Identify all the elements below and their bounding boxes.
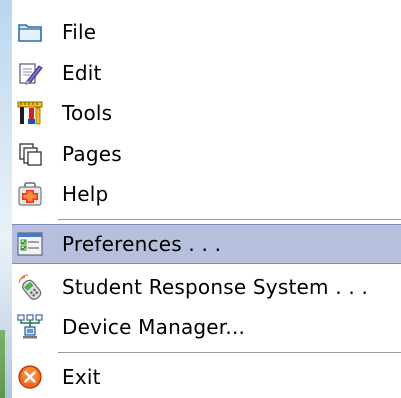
desktop-background-edge <box>0 330 5 398</box>
menu-item-device-manager[interactable]: Device Manager... <box>12 307 401 347</box>
menu-item-label: File <box>62 20 97 44</box>
menu-item-tools[interactable]: Tools <box>12 93 401 133</box>
menu-item-file[interactable]: File <box>12 12 401 52</box>
menu-separator <box>58 352 401 354</box>
menu-item-preferences[interactable]: Preferences . . . <box>12 224 401 264</box>
menu-item-label: Preferences . . . <box>62 232 222 256</box>
folder-icon <box>16 18 44 46</box>
preferences-icon <box>16 230 44 258</box>
menu-item-exit[interactable]: Exit <box>12 357 401 397</box>
exit-icon <box>16 363 44 391</box>
menu-item-student-response-system[interactable]: Student Response System . . . <box>12 267 401 307</box>
device-manager-icon <box>16 313 44 341</box>
menu-item-help[interactable]: Help <box>12 174 401 214</box>
tools-icon <box>16 99 44 127</box>
menu-item-label: Edit <box>62 61 102 85</box>
help-icon <box>16 180 44 208</box>
context-menu: File Edit Tools Pages Help Preferences .… <box>0 0 401 398</box>
menu-left-edge <box>0 0 12 398</box>
menu-item-pages[interactable]: Pages <box>12 134 401 174</box>
pages-icon <box>16 140 44 168</box>
menu-item-label: Pages <box>62 142 122 166</box>
student-response-icon <box>16 273 44 301</box>
menu-item-label: Device Manager... <box>62 315 246 339</box>
edit-icon <box>16 59 44 87</box>
menu-separator <box>58 219 401 221</box>
menu-item-label: Tools <box>62 101 113 125</box>
menu-item-label: Help <box>62 182 109 206</box>
menu-item-edit[interactable]: Edit <box>12 53 401 93</box>
menu-item-label: Exit <box>62 365 101 389</box>
menu-item-label: Student Response System . . . <box>62 275 369 299</box>
